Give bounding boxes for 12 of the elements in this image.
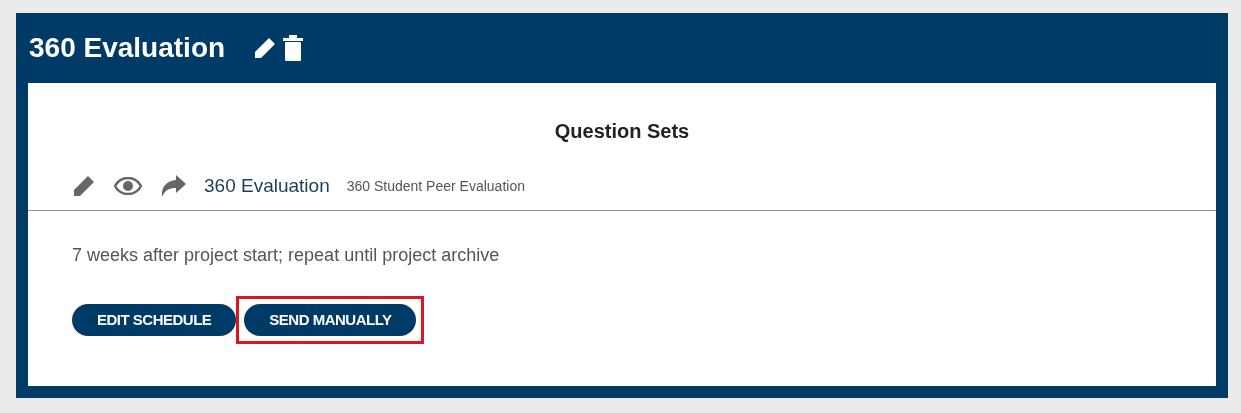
question-set-link[interactable]: 360 Evaluation — [204, 172, 330, 201]
eye-icon[interactable] — [114, 177, 142, 196]
page-title: 360 Evaluation — [29, 31, 226, 65]
action-button[interactable]: SEND MANUALLY — [244, 304, 417, 336]
pencil-icon[interactable] — [253, 36, 278, 60]
pencil-icon[interactable] — [72, 174, 96, 199]
schedule-text: 7 weeks after project start; repeat until project archive — [72, 244, 501, 267]
section-title: Question Sets — [554, 119, 690, 144]
share-arrow-icon[interactable] — [160, 175, 186, 198]
trash-icon[interactable] — [283, 35, 304, 61]
action-button[interactable]: EDIT SCHEDULE — [72, 304, 237, 336]
question-set-description: 360 Student Peer Evaluation — [346, 176, 525, 196]
